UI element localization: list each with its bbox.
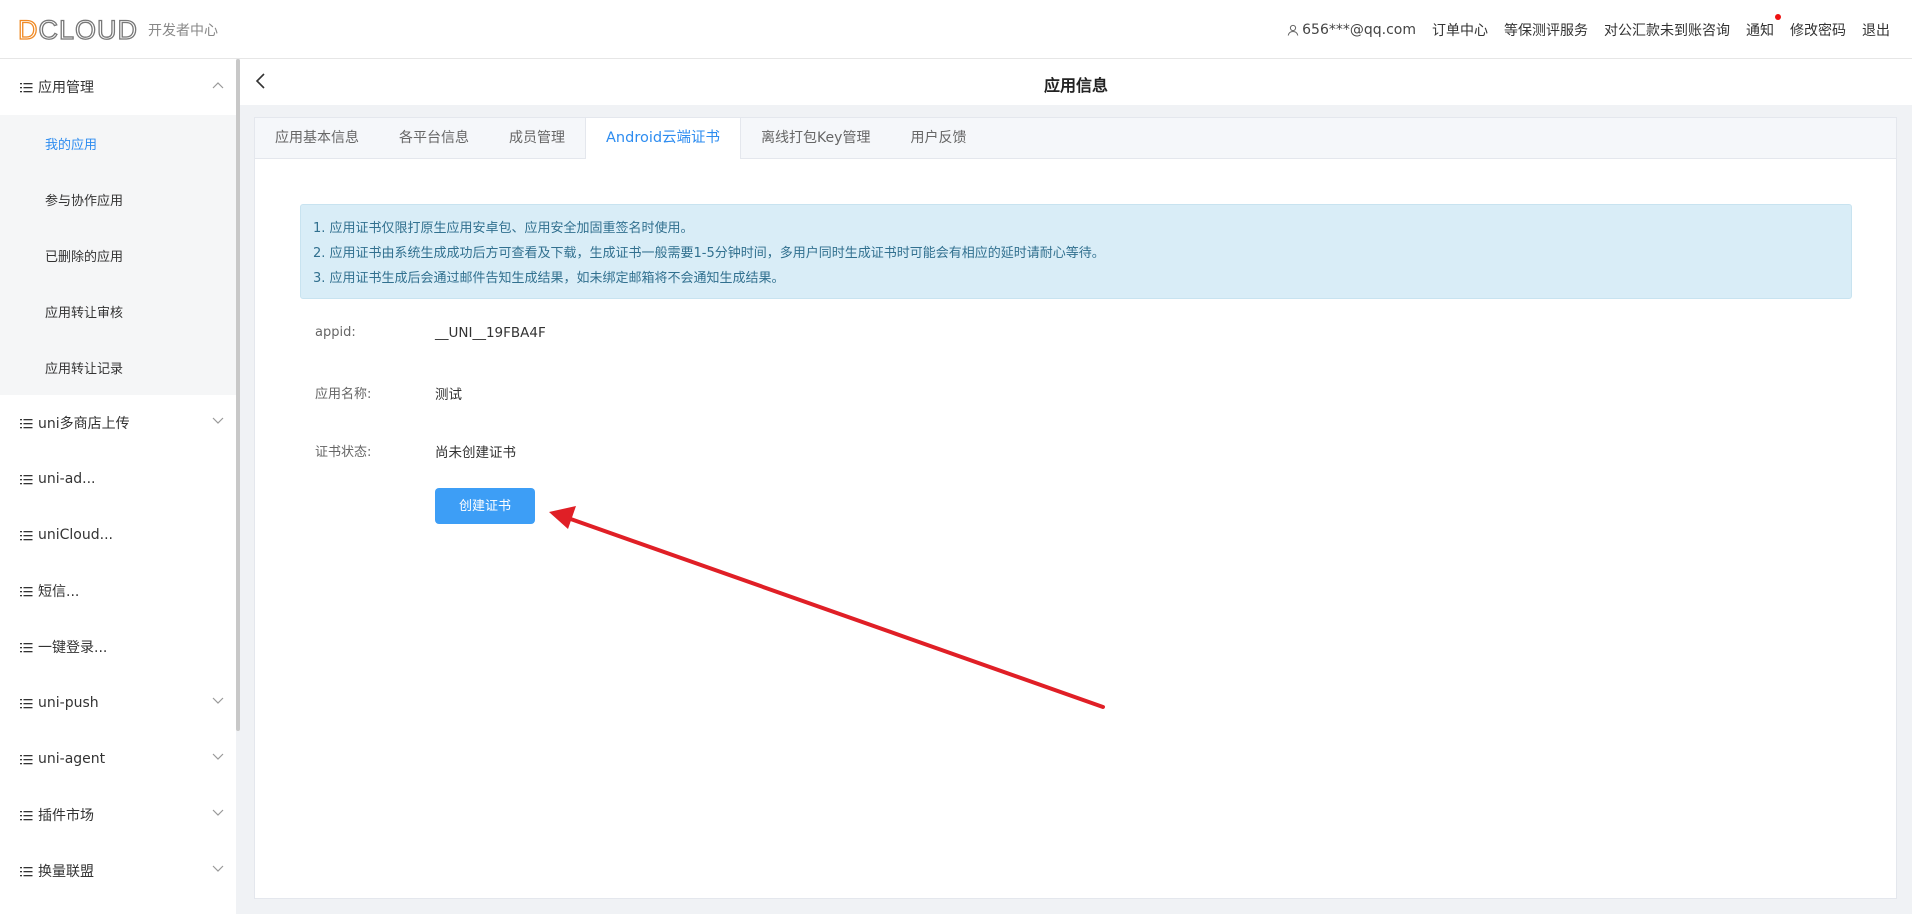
sidebar-subitem-deleted-apps[interactable]: 已删除的应用 — [0, 227, 236, 283]
page-title: 应用信息 — [1043, 76, 1108, 95]
app-name-row: 应用名称: 测试 — [315, 383, 462, 403]
dcloud-logo[interactable]: DCLOUD 开发者中心 — [17, 15, 219, 45]
top-nav: 656***@qq.com 订单中心 等保测评服务 对公汇款未到账咨询 通知 修… — [1271, 0, 1890, 59]
sidebar-item-label: 应用管理 — [38, 80, 94, 96]
logo-subtitle: 开发者中心 — [148, 23, 219, 39]
sidebar-item-uni-agent[interactable]: uni-agent — [0, 731, 236, 787]
sidebar-item-sms[interactable]: 短信... — [0, 563, 236, 619]
app-name-value: 测试 — [435, 387, 462, 403]
create-certificate-button[interactable]: 创建证书 — [435, 488, 535, 524]
sidebar-item-app-management[interactable]: 应用管理 — [0, 59, 236, 115]
list-icon — [20, 82, 33, 92]
user-icon — [1287, 24, 1299, 36]
info-notice: 1. 应用证书仅限打原生应用安卓包、应用安全加固重签名时使用。 2. 应用证书由… — [300, 204, 1852, 299]
content-panel: 应用基本信息 各平台信息 成员管理 Android云端证书 离线打包Key管理 … — [254, 117, 1897, 899]
nav-notifications-label: 通知 — [1746, 22, 1774, 39]
user-email: 656***@qq.com — [1302, 21, 1416, 38]
tab-bar: 应用基本信息 各平台信息 成员管理 Android云端证书 离线打包Key管理 … — [255, 118, 1896, 159]
sidebar-subitem-transfer-records[interactable]: 应用转让记录 — [0, 339, 236, 395]
list-icon — [20, 698, 33, 708]
notice-line: 2. 应用证书由系统生成成功后方可查看及下载，生成证书一般需要1-5分钟时间，多… — [313, 246, 1105, 261]
appid-label: appid: — [315, 325, 356, 340]
nav-change-password[interactable]: 修改密码 — [1790, 20, 1846, 40]
nav-notifications[interactable]: 通知 — [1746, 13, 1781, 40]
sidebar-scrollbar[interactable] — [236, 59, 240, 731]
logo-mark: DCLOUD — [17, 15, 139, 45]
sidebar-item-uni-ad[interactable]: uni-ad... — [0, 451, 236, 507]
chevron-down-icon — [212, 753, 224, 760]
cert-status-row: 证书状态: 尚未创建证书 — [315, 441, 516, 461]
nav-orders[interactable]: 订单中心 — [1432, 20, 1488, 40]
top-header: DCLOUD 开发者中心 656***@qq.com 订单中心 等保测评服务 对… — [0, 0, 1912, 59]
sidebar: 应用管理 我的应用 参与协作应用 已删除的应用 应用转让审核 应用转让记录 un… — [0, 59, 236, 914]
sidebar-item-traffic-alliance[interactable]: 换量联盟 — [0, 843, 236, 899]
sidebar-item-label: uni-agent — [38, 751, 106, 767]
page-header: 应用信息 — [240, 59, 1912, 105]
sidebar-item-label: 插件市场 — [38, 808, 94, 824]
sidebar-subitem-my-apps[interactable]: 我的应用 — [0, 115, 236, 171]
tab-basic-info[interactable]: 应用基本信息 — [255, 118, 379, 158]
tab-user-feedback[interactable]: 用户反馈 — [890, 118, 986, 158]
list-icon — [20, 866, 33, 876]
sidebar-item-uni-push[interactable]: uni-push — [0, 675, 236, 731]
sidebar-subitem-collab-apps[interactable]: 参与协作应用 — [0, 171, 236, 227]
user-account[interactable]: 656***@qq.com — [1287, 22, 1416, 38]
sidebar-item-label: uni-ad... — [38, 471, 96, 487]
cert-status-label: 证书状态: — [315, 445, 372, 460]
chevron-up-icon — [212, 82, 224, 89]
nav-remittance-inquiry[interactable]: 对公汇款未到账咨询 — [1604, 20, 1730, 40]
list-icon — [20, 810, 33, 820]
sidebar-item-one-click-login[interactable]: 一键登录... — [0, 619, 236, 675]
tab-members[interactable]: 成员管理 — [489, 118, 585, 158]
tab-android-cloud-cert[interactable]: Android云端证书 — [585, 118, 742, 159]
sidebar-item-label: 换量联盟 — [38, 864, 94, 880]
list-icon — [20, 586, 33, 596]
nav-logout[interactable]: 退出 — [1862, 20, 1890, 40]
sidebar-item-plugin-market[interactable]: 插件市场 — [0, 787, 236, 843]
chevron-down-icon — [212, 809, 224, 816]
tab-offline-key[interactable]: 离线打包Key管理 — [741, 118, 890, 158]
list-icon — [20, 530, 33, 540]
sidebar-item-label: uniCloud... — [38, 527, 113, 543]
appid-row: appid: __UNI__19FBA4F — [315, 325, 546, 341]
cert-status-value: 尚未创建证书 — [435, 445, 516, 461]
list-icon — [20, 418, 33, 428]
sidebar-item-label: uni-push — [38, 695, 99, 711]
notification-dot — [1775, 13, 1781, 20]
chevron-down-icon — [212, 697, 224, 704]
sidebar-item-label: 短信... — [38, 584, 80, 600]
chevron-down-icon — [212, 865, 224, 872]
chevron-down-icon — [212, 417, 224, 424]
notice-line: 1. 应用证书仅限打原生应用安卓包、应用安全加固重签名时使用。 — [313, 221, 694, 236]
sidebar-item-label: uni多商店上传 — [38, 416, 130, 432]
list-icon — [20, 474, 33, 484]
nav-security-assessment[interactable]: 等保测评服务 — [1504, 20, 1588, 40]
sidebar-item-uni-multistore[interactable]: uni多商店上传 — [0, 395, 236, 451]
list-icon — [20, 754, 33, 764]
sidebar-item-label: 一键登录... — [38, 640, 108, 656]
notice-line: 3. 应用证书生成后会通过邮件告知生成结果，如未绑定邮箱将不会通知生成结果。 — [313, 271, 785, 286]
sidebar-item-unicloud[interactable]: uniCloud... — [0, 507, 236, 563]
app-name-label: 应用名称: — [315, 387, 372, 402]
sidebar-subitem-transfer-review[interactable]: 应用转让审核 — [0, 283, 236, 339]
app-management-submenu: 我的应用 参与协作应用 已删除的应用 应用转让审核 应用转让记录 — [0, 115, 236, 395]
tab-platform-info[interactable]: 各平台信息 — [379, 118, 489, 158]
appid-value: __UNI__19FBA4F — [435, 325, 546, 341]
list-icon — [20, 642, 33, 652]
